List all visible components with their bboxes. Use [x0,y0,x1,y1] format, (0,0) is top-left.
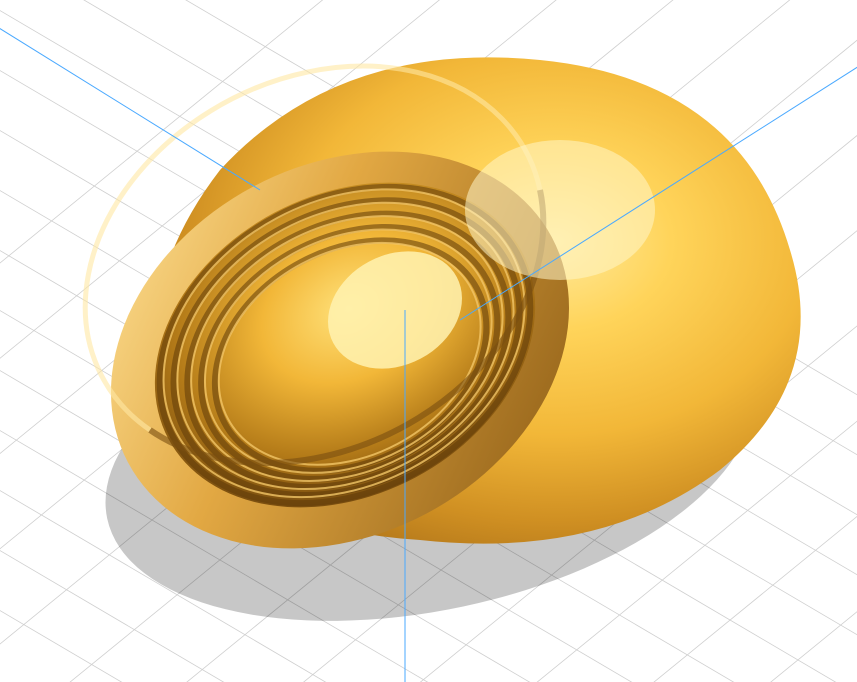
scene-svg [0,0,857,682]
cad-3d-viewport[interactable] [0,0,857,682]
dome-specular [465,140,655,280]
